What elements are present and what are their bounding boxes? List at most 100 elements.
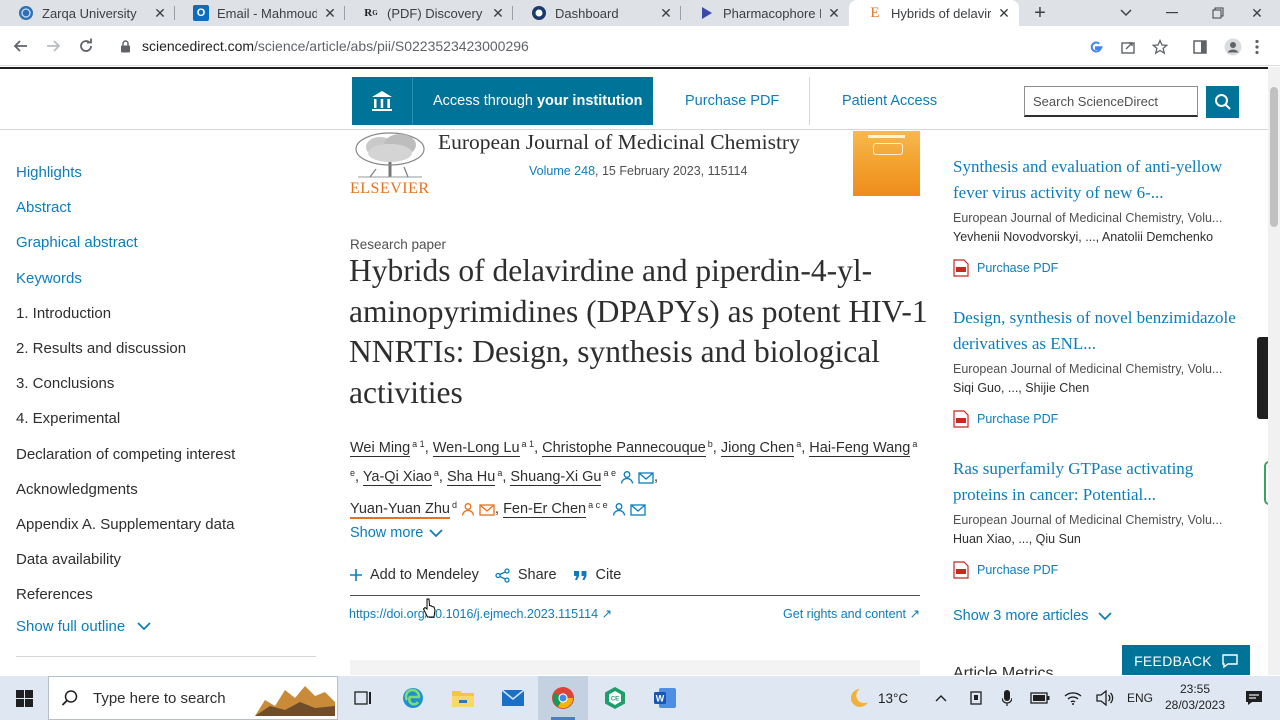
author-link[interactable]: Shuang-Xi Gu <box>510 468 602 486</box>
recommended-purchase-pdf-link[interactable]: Purchase PDF <box>953 410 1243 428</box>
recommended-title-link[interactable]: Ras superfamily GTPase activating protei… <box>953 456 1243 508</box>
wifi-icon[interactable] <box>1064 676 1082 720</box>
author-link[interactable]: Wen-Long Lu <box>432 440 520 457</box>
outline-item-conclusions[interactable]: 3. Conclusions <box>16 366 316 401</box>
outline-item-introduction[interactable]: 1. Introduction <box>16 296 316 331</box>
windows-start-button[interactable] <box>0 676 48 720</box>
person-icon[interactable] <box>620 468 634 493</box>
author-link[interactable]: Jiong Chen <box>720 440 795 457</box>
outline-item-abstract[interactable]: Abstract <box>16 190 316 225</box>
forward-arrow-icon[interactable] <box>41 34 65 58</box>
task-view-icon[interactable] <box>338 676 388 720</box>
outline-item-keywords[interactable]: Keywords <box>16 261 316 296</box>
outline-item-data-availability[interactable]: Data availability <box>16 542 316 577</box>
volume-link[interactable]: Volume 248 <box>529 164 595 178</box>
patient-access-link[interactable]: Patient Access <box>842 93 937 109</box>
outline-item-appendix[interactable]: Appendix A. Supplementary data <box>16 507 316 542</box>
person-icon[interactable] <box>461 500 475 525</box>
tab-email[interactable]: O Email - Mahmoud S ✕ <box>175 0 345 26</box>
tab-pharmacophore[interactable]: Pharmacophore Ma ✕ <box>681 0 849 26</box>
mail-icon[interactable] <box>488 676 538 720</box>
outline-item-competing-interest[interactable]: Declaration of competing interest <box>16 437 316 472</box>
outline-item-experimental[interactable]: 4. Experimental <box>16 401 316 436</box>
battery-icon[interactable] <box>1030 676 1050 720</box>
add-to-mendeley-button[interactable]: Add to Mendeley <box>350 567 479 583</box>
recommended-title-link[interactable]: Synthesis and evaluation of anti-yellow … <box>953 154 1243 206</box>
close-tab-icon[interactable]: ✕ <box>491 5 505 22</box>
microphone-icon[interactable] <box>1002 676 1012 720</box>
recommended-purchase-pdf-link[interactable]: Purchase PDF <box>953 259 1243 277</box>
journal-name-link[interactable]: European Journal of Medicinal Chemistry <box>438 130 800 155</box>
journal-cover-image[interactable] <box>853 131 920 196</box>
volume-icon[interactable] <box>1096 676 1114 720</box>
author-link[interactable]: Yuan-Yuan Zhu <box>350 500 450 519</box>
taskbar-search-box[interactable]: Type here to search <box>48 676 338 720</box>
author-link[interactable]: Hai-Feng Wang <box>809 440 911 457</box>
show-full-outline-button[interactable]: Show full outline <box>16 618 316 635</box>
person-icon[interactable] <box>612 500 626 525</box>
feedback-button[interactable]: FEEDBACK <box>1122 645 1250 675</box>
side-feedback-tab[interactable] <box>1257 337 1268 419</box>
tab-researchgate[interactable]: RG (PDF) Discovery of ✕ <box>345 0 513 26</box>
page-scrollbar[interactable] <box>1268 67 1280 675</box>
doi-link[interactable]: https://doi.org/10.1016/j.ejmech.2023.11… <box>349 606 612 621</box>
scrollbar-thumb[interactable] <box>1270 87 1278 227</box>
word-icon[interactable]: W <box>640 676 690 720</box>
input-language-indicator[interactable]: ENG <box>1127 676 1153 720</box>
outline-item-results[interactable]: 2. Results and discussion <box>16 331 316 366</box>
search-button[interactable] <box>1206 86 1239 118</box>
cite-button[interactable]: Cite <box>573 567 621 583</box>
outline-item-acknowledgments[interactable]: Acknowledgments <box>16 472 316 507</box>
show-more-articles-button[interactable]: Show 3 more articles <box>953 608 1113 624</box>
profile-avatar-icon[interactable] <box>1224 34 1242 60</box>
tray-app-icon[interactable] <box>969 676 983 720</box>
close-tab-icon[interactable]: ✕ <box>827 5 841 22</box>
close-window-button[interactable]: ✕ <box>1234 0 1280 26</box>
weather-widget[interactable]: 13°C <box>846 676 908 720</box>
email-icon[interactable] <box>479 500 495 525</box>
outline-item-highlights[interactable]: Highlights <box>16 155 316 190</box>
outline-item-graphical-abstract[interactable]: Graphical abstract <box>16 225 316 260</box>
email-icon[interactable] <box>629 500 646 525</box>
tab-hybrids-article[interactable]: E Hybrids of delavird ✕ <box>849 0 1019 26</box>
rights-link[interactable]: Get rights and content ↗ <box>783 606 920 621</box>
tab-search-chevron-icon[interactable] <box>1103 0 1149 26</box>
close-tab-icon[interactable]: ✕ <box>659 5 673 22</box>
edge-browser-icon[interactable] <box>388 676 438 720</box>
access-institution-button[interactable]: Access through your institution <box>352 77 653 125</box>
minimize-button[interactable] <box>1149 0 1195 26</box>
file-explorer-icon[interactable] <box>438 676 488 720</box>
browser-menu-icon[interactable] <box>1255 34 1259 60</box>
google-icon[interactable] <box>1088 34 1104 60</box>
tab-zarqa-university[interactable]: Zarqa University ✕ <box>0 0 175 26</box>
author-link[interactable]: Wei Ming <box>350 440 411 457</box>
author-link[interactable]: Ya-Qi Xiao <box>362 468 432 486</box>
close-tab-icon[interactable]: ✕ <box>323 5 337 22</box>
search-input[interactable] <box>1025 93 1197 109</box>
recommended-title-link[interactable]: Design, synthesis of novel benzimidazole… <box>953 305 1243 357</box>
chrome-browser-icon[interactable] <box>538 676 588 720</box>
reload-icon[interactable] <box>74 34 98 58</box>
omnibox[interactable]: sciencedirect.com/science/article/abs/pi… <box>108 30 1178 62</box>
back-arrow-icon[interactable] <box>9 34 33 58</box>
show-more-button[interactable]: Show more <box>350 525 443 541</box>
close-tab-icon[interactable]: ✕ <box>153 5 167 22</box>
system-clock[interactable]: 23:55 28/03/2023 <box>1164 681 1226 713</box>
recommended-purchase-pdf-link[interactable]: Purchase PDF <box>953 561 1243 579</box>
new-tab-button[interactable]: + <box>1029 0 1051 26</box>
side-panel-icon[interactable] <box>1192 34 1208 60</box>
show-hidden-icons-chevron-icon[interactable] <box>935 676 947 720</box>
share-button[interactable]: Share <box>495 567 557 583</box>
bookmark-star-icon[interactable] <box>1152 34 1168 60</box>
purchase-pdf-link[interactable]: Purchase PDF <box>685 93 779 109</box>
author-link[interactable]: Fen-Er Chen <box>503 500 587 518</box>
cite-app-icon[interactable]: CE <box>590 676 640 720</box>
email-icon[interactable] <box>638 468 654 493</box>
notifications-icon[interactable] <box>1245 676 1263 720</box>
outline-item-references[interactable]: References <box>16 577 316 612</box>
close-tab-icon[interactable]: ✕ <box>997 5 1011 22</box>
share-page-icon[interactable] <box>1120 34 1136 60</box>
tab-dashboard[interactable]: Dashboard ✕ <box>513 0 681 26</box>
author-link[interactable]: Christophe Pannecouque <box>542 440 706 457</box>
author-link[interactable]: Sha Hu <box>446 468 496 486</box>
